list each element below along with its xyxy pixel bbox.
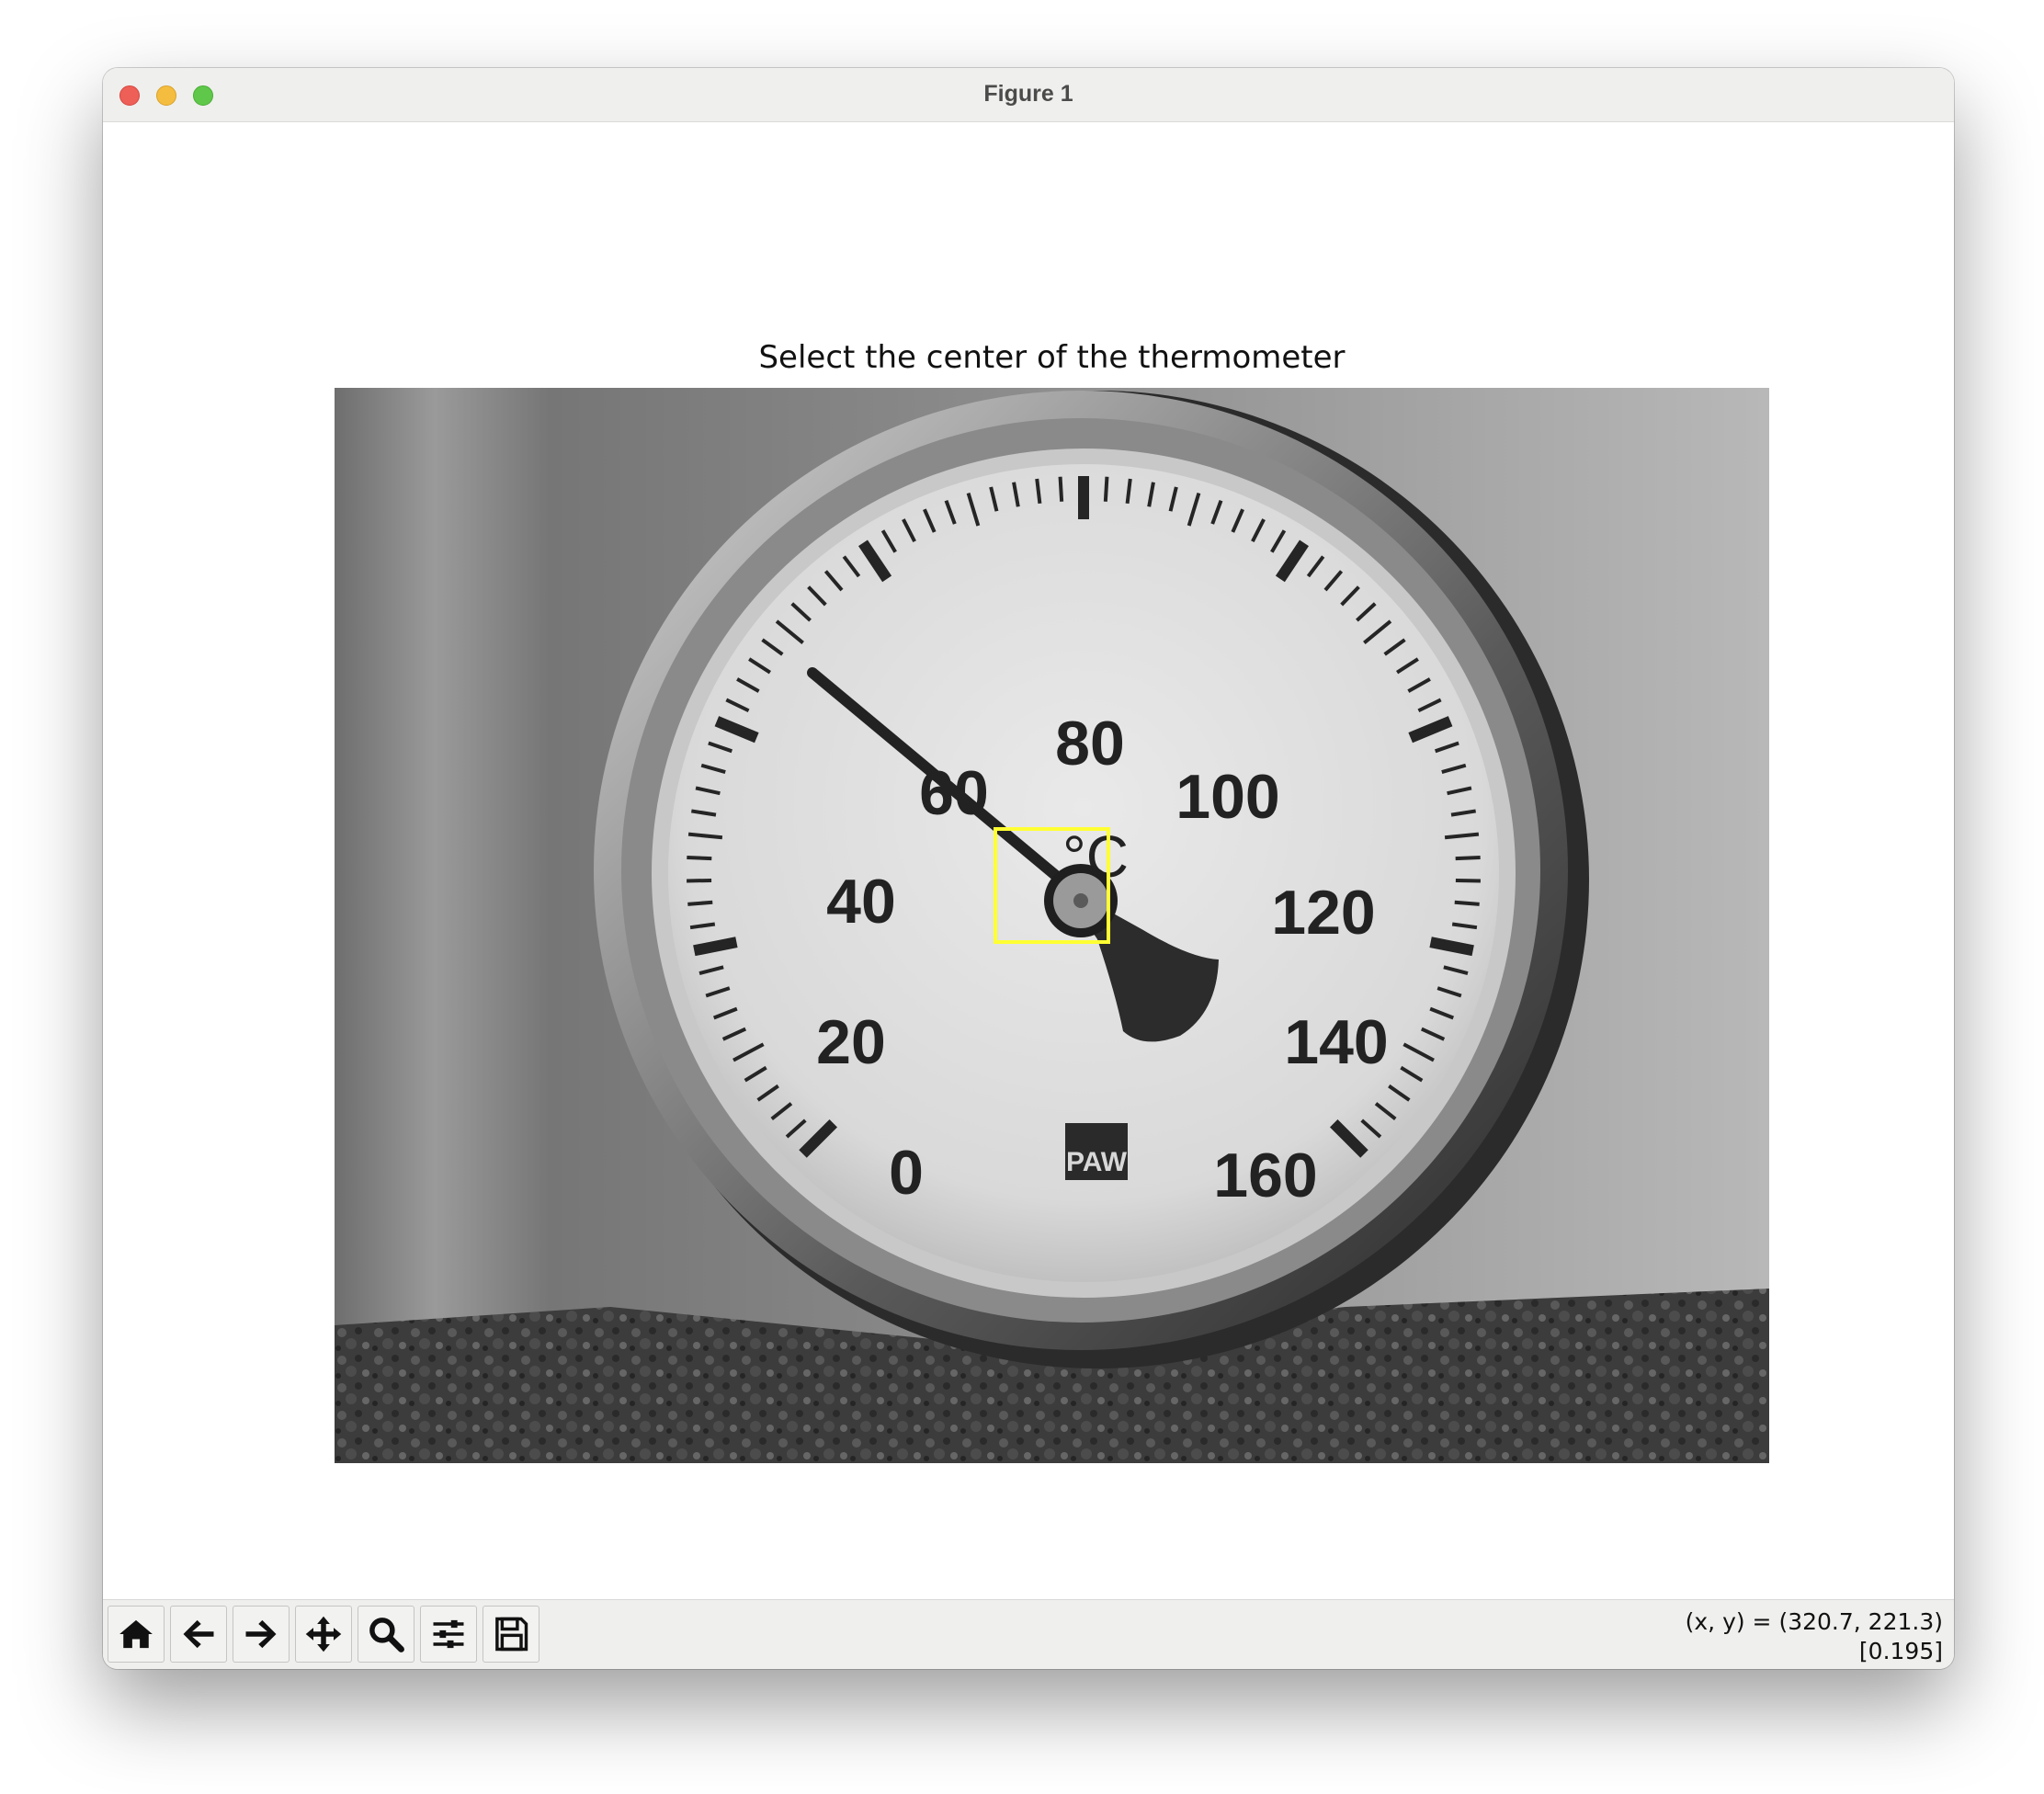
dial-label-160: 160 <box>1213 1141 1317 1210</box>
minor-tick <box>1454 900 1480 906</box>
dial-label-0: 0 <box>889 1138 924 1208</box>
zoom-button[interactable] <box>358 1606 414 1663</box>
save-button[interactable] <box>483 1606 539 1663</box>
dial-label-120: 120 <box>1271 878 1375 948</box>
floppy-disk-icon <box>495 1617 528 1652</box>
minor-tick <box>1455 856 1481 861</box>
title-bar[interactable]: Figure 1 <box>103 68 1954 122</box>
minor-tick <box>1103 476 1109 502</box>
dial-label-20: 20 <box>816 1007 886 1077</box>
minor-tick <box>687 878 712 883</box>
sliders-icon <box>433 1619 464 1649</box>
figure-canvas[interactable]: Select the center of the thermometer 0 2… <box>103 122 1954 1600</box>
cursor-status: (x, y) = (320.7, 221.3) [0.195] <box>1686 1607 1943 1666</box>
home-icon <box>119 1619 153 1649</box>
cursor-coordinates: (x, y) = (320.7, 221.3) <box>1685 1608 1943 1635</box>
pan-button[interactable] <box>295 1606 352 1663</box>
figure-window: Figure 1 Select the center of the thermo… <box>103 68 1954 1669</box>
home-button[interactable] <box>108 1606 165 1663</box>
move-icon <box>305 1616 342 1652</box>
arrow-right-icon <box>245 1619 277 1649</box>
minor-tick <box>1455 878 1481 883</box>
forward-button[interactable] <box>233 1606 290 1663</box>
minor-tick <box>687 900 713 906</box>
pixel-value: [0.195] <box>1858 1638 1943 1664</box>
magnifier-icon <box>369 1618 404 1652</box>
navigation-toolbar: (x, y) = (320.7, 221.3) [0.195] <box>103 1599 1954 1669</box>
axes-title: Select the center of the thermometer <box>758 339 1346 376</box>
thermometer-image[interactable]: 0 20 40 60 80 100 120 140 160 °C PAW <box>335 388 1769 1463</box>
dial-label-100: 100 <box>1175 762 1279 832</box>
arrow-left-icon <box>183 1619 214 1649</box>
dial-label-80: 80 <box>1055 709 1125 778</box>
paw-logo: PAW <box>1065 1123 1128 1180</box>
minor-tick <box>687 856 712 861</box>
minor-tick <box>1058 476 1064 502</box>
dial-label-140: 140 <box>1284 1007 1388 1077</box>
back-button[interactable] <box>170 1606 227 1663</box>
window-title: Figure 1 <box>983 81 1073 107</box>
configure-subplots-button[interactable] <box>420 1606 477 1663</box>
dial-label-40: 40 <box>826 867 896 937</box>
svg-text:PAW: PAW <box>1066 1147 1128 1177</box>
